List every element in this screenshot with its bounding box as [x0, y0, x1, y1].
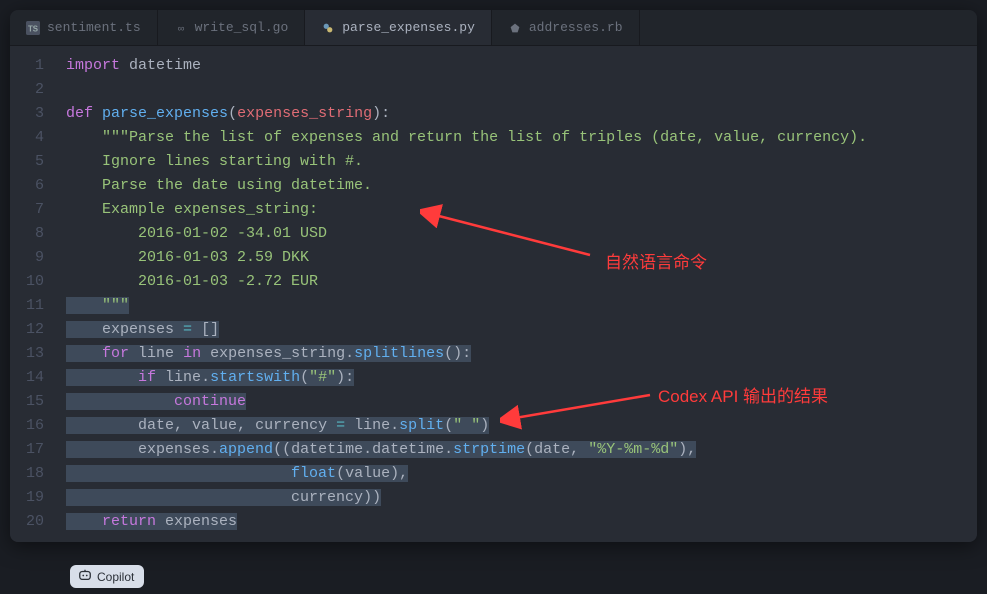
tab-label: parse_expenses.py: [342, 20, 475, 35]
code-area[interactable]: 1234567891011121314151617181920 import d…: [10, 46, 977, 542]
copilot-icon: [78, 568, 92, 585]
svg-text:∞: ∞: [177, 23, 184, 34]
go-icon: ∞: [174, 21, 188, 35]
tab-bar: TS sentiment.ts ∞ write_sql.go parse_exp…: [10, 10, 977, 46]
editor-window: TS sentiment.ts ∞ write_sql.go parse_exp…: [10, 10, 977, 542]
tab-label: write_sql.go: [195, 20, 289, 35]
rb-icon: [508, 21, 522, 35]
copilot-badge[interactable]: Copilot: [70, 565, 144, 588]
ts-icon: TS: [26, 21, 40, 35]
tab-addresses[interactable]: addresses.rb: [492, 10, 640, 45]
copilot-label: Copilot: [97, 570, 134, 584]
code-content[interactable]: import datetime def parse_expenses(expen…: [58, 46, 977, 542]
tab-writesql[interactable]: ∞ write_sql.go: [158, 10, 306, 45]
py-icon: [321, 21, 335, 35]
tab-label: addresses.rb: [529, 20, 623, 35]
tab-sentiment[interactable]: TS sentiment.ts: [10, 10, 158, 45]
svg-text:TS: TS: [28, 24, 38, 33]
tab-parseexpenses[interactable]: parse_expenses.py: [305, 10, 492, 45]
tab-label: sentiment.ts: [47, 20, 141, 35]
line-gutter: 1234567891011121314151617181920: [10, 46, 58, 542]
